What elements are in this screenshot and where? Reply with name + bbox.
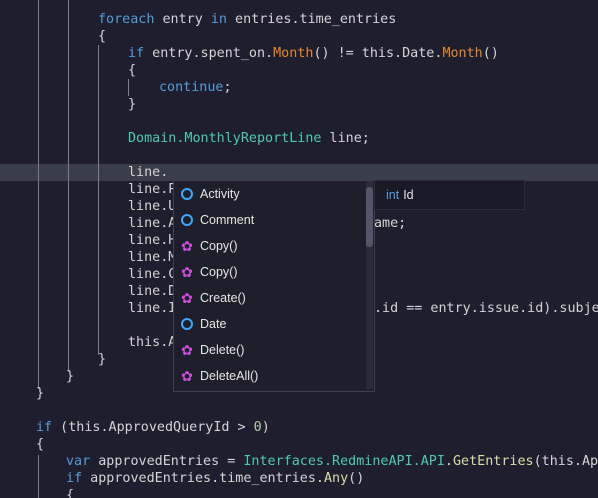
completion-item-date[interactable]: Date xyxy=(174,311,364,337)
property-icon xyxy=(179,212,195,228)
code-line: line.P xyxy=(128,182,177,197)
completion-list[interactable]: Activity Comment ✿ Copy() ✿ Copy() ✿ Cre… xyxy=(173,180,375,392)
completion-item-deleteall[interactable]: ✿ DeleteAll() xyxy=(174,363,364,389)
code-text: (this.ApprovedQueryId > xyxy=(52,420,254,435)
completion-item-copy[interactable]: ✿ Copy() xyxy=(174,233,364,259)
code-text: . xyxy=(444,454,453,469)
keyword: if xyxy=(36,420,53,435)
keyword: if xyxy=(66,471,83,486)
method-icon: ✿ xyxy=(181,238,193,254)
code-line: line.M xyxy=(128,250,177,265)
method-name: Month xyxy=(442,46,483,61)
completion-item-label: Create() xyxy=(200,291,246,305)
completion-item-label: DeleteAll() xyxy=(200,369,259,383)
code-text: () != this.Date. xyxy=(313,46,443,61)
number-literal: 0 xyxy=(253,420,262,435)
keyword: in xyxy=(210,12,227,27)
code-line: { xyxy=(36,437,45,452)
keyword: continue xyxy=(159,80,224,95)
completion-scrollbar[interactable] xyxy=(366,181,373,389)
code-line-tail: ame; xyxy=(374,216,407,231)
code-line: { xyxy=(98,29,107,44)
completion-item-activity[interactable]: Activity xyxy=(174,181,364,207)
code-line: if (this.ApprovedQueryId > 0) xyxy=(36,419,270,436)
code-line: line.D xyxy=(128,284,177,299)
keyword: foreach xyxy=(98,12,155,27)
current-line-highlight xyxy=(0,164,598,181)
code-text: entry xyxy=(154,12,211,27)
code-line: if approvedEntries.time_entries.Any() xyxy=(66,470,364,487)
property-icon xyxy=(179,186,195,202)
property-icon xyxy=(179,316,195,332)
code-line: line.A xyxy=(128,216,177,231)
completion-item-delete[interactable]: ✿ Delete() xyxy=(174,337,364,363)
code-line-tail: .id == entry.issue.id).subjec xyxy=(374,301,598,316)
method-icon: ✿ xyxy=(181,368,193,384)
code-text: approvedEntries = xyxy=(90,454,244,469)
code-line: line.I xyxy=(128,301,177,316)
method-icon: ✿ xyxy=(181,264,193,280)
code-line: { xyxy=(66,488,75,498)
code-line: continue; xyxy=(159,79,232,96)
indent-guide xyxy=(98,45,99,355)
code-line: } xyxy=(98,352,107,367)
tooltip-type: int xyxy=(386,188,400,202)
completion-item-copy[interactable]: ✿ Copy() xyxy=(174,259,364,285)
code-line: { xyxy=(128,63,137,78)
completion-item-label: Activity xyxy=(200,187,240,201)
code-line-current: line. xyxy=(128,165,169,180)
code-text: entries.time_entries xyxy=(227,12,397,27)
type-name: Domain.MonthlyReportLine xyxy=(128,131,322,146)
completion-item-create[interactable]: ✿ Create() xyxy=(174,285,364,311)
completion-item-label: Date xyxy=(200,317,227,331)
code-line: var approvedEntries = Interfaces.Redmine… xyxy=(66,453,598,470)
code-line: this.A xyxy=(128,335,177,350)
tooltip-member-name: Id xyxy=(403,188,414,202)
code-text: ) xyxy=(261,420,270,435)
completion-item-label: Comment xyxy=(200,213,255,227)
code-line: foreach entry in entries.time_entries xyxy=(98,11,396,28)
type-name: Interfaces.RedmineAPI.API xyxy=(243,454,445,469)
keyword: var xyxy=(66,454,91,469)
indent-guide xyxy=(38,455,39,498)
method-icon: ✿ xyxy=(181,290,193,306)
indent-guide xyxy=(68,0,69,372)
code-text: entry.spent_on. xyxy=(144,46,274,61)
code-line: line.C xyxy=(128,267,177,282)
indent-guide xyxy=(38,0,39,389)
code-text: () xyxy=(348,471,365,486)
completion-item-comment[interactable]: Comment xyxy=(174,207,364,233)
code-text: approvedEntries.time_entries. xyxy=(82,471,324,486)
completion-item-label: Copy() xyxy=(200,265,238,279)
function-name: GetEntries xyxy=(452,454,534,469)
code-line: } xyxy=(36,386,45,401)
code-line: } xyxy=(128,97,137,112)
code-line: line.U xyxy=(128,199,177,214)
code-line: line.H xyxy=(128,233,177,248)
method-icon: ✿ xyxy=(181,342,193,358)
completion-item-label: Delete() xyxy=(200,343,245,357)
scrollbar-thumb[interactable] xyxy=(366,187,373,247)
code-editor[interactable]: foreach entry in entries.time_entries { … xyxy=(0,0,598,498)
indent-guide xyxy=(128,79,129,96)
code-line: if entry.spent_on.Month() != this.Date.M… xyxy=(128,45,499,62)
code-text: () xyxy=(482,46,499,61)
keyword: if xyxy=(128,46,145,61)
method-name: Month xyxy=(273,46,314,61)
code-line: Domain.MonthlyReportLine line; xyxy=(128,130,370,147)
function-name: Any xyxy=(323,471,349,486)
code-text: (this.Appro xyxy=(533,454,598,469)
completion-item-label: Copy() xyxy=(200,239,238,253)
code-text: ; xyxy=(223,80,232,95)
code-text: line; xyxy=(321,131,370,146)
quick-info-tooltip: int Id xyxy=(374,180,525,210)
code-line: } xyxy=(66,369,75,384)
